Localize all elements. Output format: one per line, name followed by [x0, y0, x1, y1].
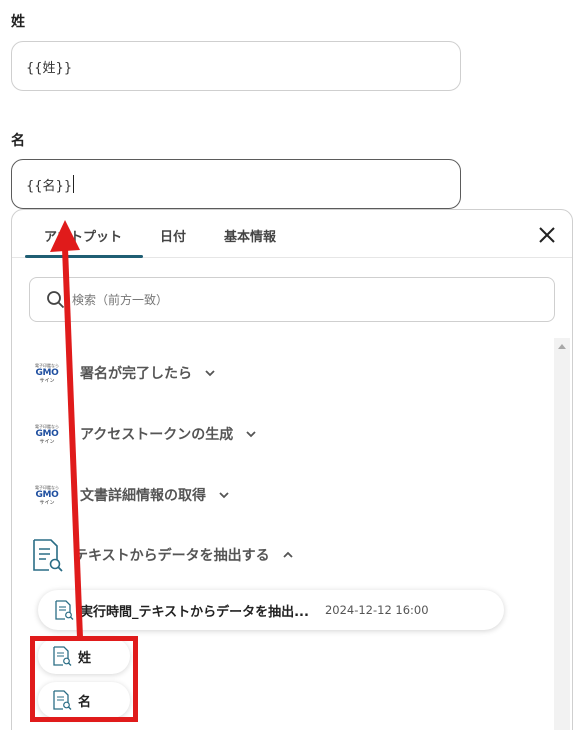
- gmo-logo-bot-text: サイン: [39, 499, 55, 506]
- chevron-down-icon: [246, 431, 256, 438]
- text-caret: [73, 175, 75, 193]
- tab-output[interactable]: アウトプット: [44, 226, 122, 245]
- last-name-label: 姓: [11, 14, 25, 30]
- list-item-document-details[interactable]: 電子印鑑なら GMO サイン 文書詳細情報の取得: [30, 482, 230, 508]
- chevron-down-icon: [219, 492, 229, 499]
- list-item-label: 文書詳細情報の取得: [80, 488, 206, 504]
- sub-item-date: 2024-12-12 16:00: [324, 603, 429, 617]
- list-item-label: テキストからデータを抽出する: [74, 548, 270, 564]
- sub-item-execution-card[interactable]: 実行時間_テキストからデータを抽出... 2024-12-12 16:00: [38, 590, 504, 630]
- gmo-sign-logo-icon: 電子印鑑なら GMO サイン: [30, 482, 64, 508]
- gmo-logo-mid-text: GMO: [35, 428, 59, 439]
- search-input[interactable]: 検索（前方一致）: [29, 277, 555, 322]
- gmo-logo-bot-text: サイン: [39, 438, 55, 445]
- scroll-up-arrow-icon[interactable]: [558, 344, 566, 349]
- search-icon: [47, 290, 65, 308]
- first-name-value: {{名}}: [26, 178, 73, 194]
- scrollbar[interactable]: [554, 338, 570, 730]
- list-item-signing-complete[interactable]: 電子印鑑なら GMO サイン 署名が完了したら: [30, 360, 216, 386]
- gmo-logo-mid-text: GMO: [35, 489, 59, 500]
- gmo-logo-mid-text: GMO: [35, 367, 59, 378]
- annotation-highlight-box: [30, 636, 138, 722]
- active-tab-indicator: [25, 255, 143, 258]
- list-item-access-token[interactable]: 電子印鑑なら GMO サイン アクセストークンの生成: [30, 421, 257, 447]
- tab-basic-info[interactable]: 基本情報: [224, 226, 276, 245]
- last-name-value: {{姓}}: [26, 60, 73, 76]
- document-search-icon: [55, 600, 74, 620]
- list-item-label: アクセストークンの生成: [80, 427, 234, 443]
- first-name-label: 名: [11, 133, 25, 149]
- gmo-logo-bot-text: サイン: [39, 377, 55, 384]
- first-name-input[interactable]: {{名}}: [11, 159, 461, 209]
- document-search-icon: [33, 539, 63, 572]
- gmo-sign-logo-icon: 電子印鑑なら GMO サイン: [30, 360, 64, 386]
- chevron-up-icon: [282, 551, 293, 558]
- close-icon[interactable]: [536, 224, 558, 246]
- sub-item-title: 実行時間_テキストからデータを抽出...: [80, 604, 309, 620]
- list-item-label: 署名が完了したら: [80, 366, 192, 382]
- chevron-down-icon: [205, 370, 215, 377]
- last-name-input[interactable]: {{姓}}: [11, 41, 461, 91]
- tab-date[interactable]: 日付: [160, 226, 186, 245]
- search-placeholder: 検索（前方一致）: [72, 293, 169, 307]
- gmo-sign-logo-icon: 電子印鑑なら GMO サイン: [30, 421, 64, 447]
- list-item-extract-data[interactable]: テキストからデータを抽出する: [30, 537, 294, 573]
- tab-bar: アウトプット 日付 基本情報: [12, 210, 572, 258]
